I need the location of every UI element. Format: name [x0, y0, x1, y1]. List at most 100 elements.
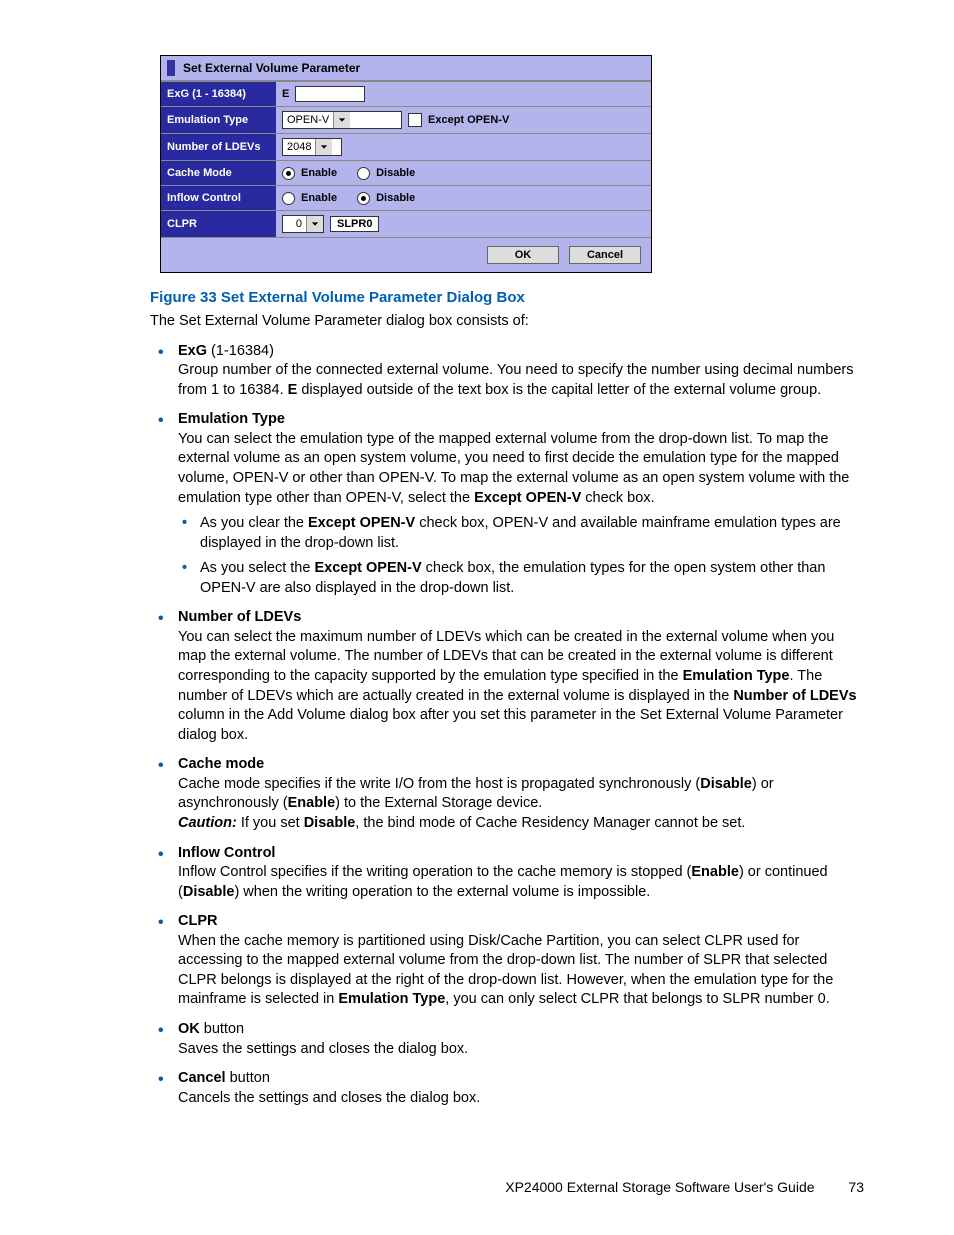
dialog-title-bar: Set External Volume Parameter — [161, 56, 651, 81]
item-title: CLPR — [178, 913, 217, 929]
item-text: ) when the writing operation to the exte… — [234, 884, 650, 900]
item-bold: Except OPEN-V — [314, 560, 421, 576]
clpr-select[interactable]: 0 — [282, 215, 324, 233]
item-text: , you can only select CLPR that belongs … — [445, 991, 829, 1007]
row-exg: ExG (1 - 16384) E — [161, 81, 651, 106]
row-cache: Cache Mode Enable Disable — [161, 160, 651, 185]
item-cache: Cache mode Cache mode specifies if the w… — [150, 755, 864, 833]
item-title: Emulation Type — [178, 411, 285, 427]
item-bold: Except OPEN-V — [474, 490, 581, 506]
page-footer: XP24000 External Storage Software User's… — [0, 1179, 864, 1195]
item-bold: Disable — [304, 815, 356, 831]
label-cache: Cache Mode — [161, 161, 276, 185]
item-emulation: Emulation Type You can select the emulat… — [150, 410, 864, 598]
label-inflow: Inflow Control — [161, 186, 276, 210]
item-exg: ExG (1-16384) Group number of the connec… — [150, 342, 864, 401]
item-text: button — [200, 1021, 244, 1037]
description-list: ExG (1-16384) Group number of the connec… — [150, 342, 864, 1109]
item-clpr: CLPR When the cache memory is partitione… — [150, 912, 864, 1010]
label-exg: ExG (1 - 16384) — [161, 82, 276, 106]
item-text: As you clear the — [200, 515, 308, 531]
item-bold: Enable — [288, 795, 336, 811]
label-emulation: Emulation Type — [161, 107, 276, 133]
chevron-down-icon — [315, 139, 332, 155]
item-bold: Disable — [183, 884, 235, 900]
chevron-down-icon — [333, 112, 350, 128]
cache-disable-radio[interactable] — [357, 167, 370, 180]
slpr-display: SLPR0 — [330, 216, 379, 232]
item-title: ExG — [178, 343, 207, 359]
exg-prefix: E — [282, 88, 289, 100]
emulation-select[interactable]: OPEN-V — [282, 111, 402, 129]
item-text: Cache mode specifies if the write I/O fr… — [178, 776, 700, 792]
dialog-title: Set External Volume Parameter — [183, 61, 360, 75]
item-inflow: Inflow Control Inflow Control specifies … — [150, 844, 864, 903]
footer-text: XP24000 External Storage Software User's… — [505, 1179, 814, 1195]
except-openv-checkbox[interactable] — [408, 113, 422, 127]
cancel-button[interactable]: Cancel — [569, 246, 641, 264]
field-inflow: Enable Disable — [276, 186, 651, 210]
item-text: If you set — [237, 815, 304, 831]
document-page: Set External Volume Parameter ExG (1 - 1… — [0, 0, 954, 1235]
item-bold: Except OPEN-V — [308, 515, 415, 531]
field-cache: Enable Disable — [276, 161, 651, 185]
ldevs-select[interactable]: 2048 — [282, 138, 342, 156]
row-emulation: Emulation Type OPEN-V Except OPEN-V — [161, 106, 651, 133]
label-clpr: CLPR — [161, 211, 276, 237]
dialog-set-external-volume: Set External Volume Parameter ExG (1 - 1… — [160, 55, 652, 273]
row-clpr: CLPR 0 SLPR0 — [161, 210, 651, 237]
item-cancel: Cancel button Cancels the settings and c… — [150, 1069, 864, 1108]
item-text: As you select the — [200, 560, 314, 576]
item-text: check box. — [581, 490, 654, 506]
item-title: Inflow Control — [178, 845, 275, 861]
caution-label: Caution: — [178, 815, 237, 831]
row-ldevs: Number of LDEVs 2048 — [161, 133, 651, 160]
field-emulation: OPEN-V Except OPEN-V — [276, 107, 651, 133]
item-ldevs: Number of LDEVs You can select the maxim… — [150, 608, 864, 745]
item-range: (1-16384) — [207, 343, 274, 359]
cache-disable-label: Disable — [376, 167, 415, 179]
item-text: , the bind mode of Cache Residency Manag… — [355, 815, 745, 831]
inflow-enable-radio[interactable] — [282, 192, 295, 205]
field-exg: E — [276, 82, 651, 106]
exg-input[interactable] — [295, 86, 365, 102]
sub-item: As you select the Except OPEN-V check bo… — [178, 559, 864, 598]
item-bold: Emulation Type — [683, 668, 790, 684]
item-bold: E — [288, 382, 298, 398]
item-text: Saves the settings and closes the dialog… — [178, 1041, 468, 1057]
figure-caption: Figure 33 Set External Volume Parameter … — [150, 289, 864, 306]
item-text: Cancels the settings and closes the dial… — [178, 1090, 480, 1106]
item-text: column in the Add Volume dialog box afte… — [178, 707, 843, 743]
sub-item: As you clear the Except OPEN-V check box… — [178, 514, 864, 553]
intro-text: The Set External Volume Parameter dialog… — [150, 312, 864, 332]
item-ok: OK button Saves the settings and closes … — [150, 1020, 864, 1059]
clpr-value: 0 — [283, 216, 306, 232]
title-accent-bar — [167, 60, 175, 76]
field-ldevs: 2048 — [276, 134, 651, 160]
item-title: OK — [178, 1021, 200, 1037]
inflow-disable-radio[interactable] — [357, 192, 370, 205]
row-inflow: Inflow Control Enable Disable — [161, 185, 651, 210]
sub-list: As you clear the Except OPEN-V check box… — [178, 514, 864, 598]
item-title: Cancel — [178, 1070, 226, 1086]
item-bold: Enable — [691, 864, 739, 880]
item-title: Cache mode — [178, 756, 264, 772]
item-bold: Number of LDEVs — [733, 688, 856, 704]
field-clpr: 0 SLPR0 — [276, 211, 651, 237]
emulation-value: OPEN-V — [283, 112, 333, 128]
item-text: displayed outside of the text box is the… — [297, 382, 821, 398]
cache-enable-radio[interactable] — [282, 167, 295, 180]
ldevs-value: 2048 — [283, 139, 315, 155]
ok-button[interactable]: OK — [487, 246, 559, 264]
item-bold: Emulation Type — [338, 991, 445, 1007]
inflow-disable-label: Disable — [376, 192, 415, 204]
except-openv-label: Except OPEN-V — [428, 114, 509, 126]
label-ldevs: Number of LDEVs — [161, 134, 276, 160]
page-number: 73 — [848, 1179, 864, 1195]
item-text: Inflow Control specifies if the writing … — [178, 864, 691, 880]
item-bold: Disable — [700, 776, 752, 792]
cache-enable-label: Enable — [301, 167, 337, 179]
item-text: button — [226, 1070, 270, 1086]
item-title: Number of LDEVs — [178, 609, 301, 625]
dialog-button-row: OK Cancel — [161, 237, 651, 272]
